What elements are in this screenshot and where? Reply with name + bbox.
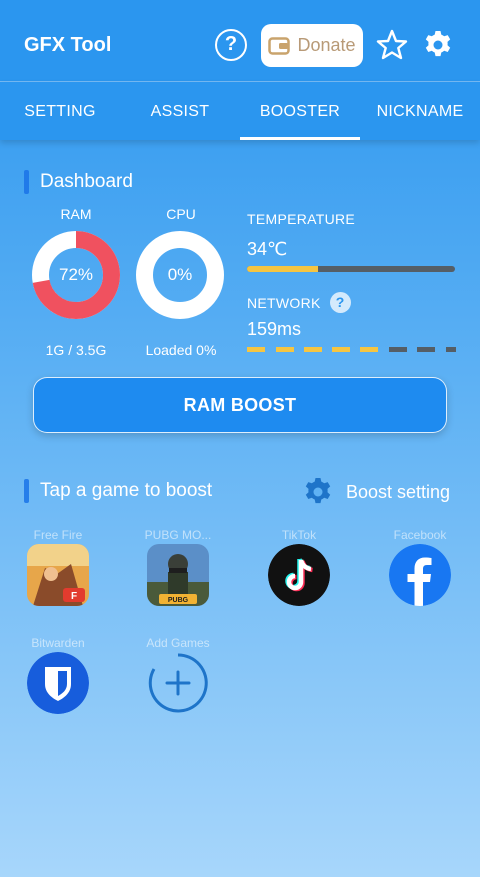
temperature-label: TEMPERATURE	[247, 211, 356, 227]
donate-label: Donate	[297, 35, 356, 55]
help-button[interactable]: ?	[215, 29, 247, 61]
tiktok-icon	[268, 544, 330, 606]
game-label: Bitwarden	[31, 636, 85, 650]
bitwarden-icon	[27, 652, 89, 714]
network-help-icon[interactable]: ?	[329, 292, 351, 313]
game-label: Facebook	[393, 528, 447, 542]
donate-button[interactable]: Donate	[261, 24, 363, 67]
network-dash	[247, 347, 265, 352]
app-title: GFX Tool	[24, 34, 112, 56]
game-tile[interactable]: PUBG MO... PUBG	[128, 528, 228, 606]
game-tile[interactable]: Facebook	[370, 528, 470, 606]
svg-text:F: F	[71, 591, 77, 602]
star-icon[interactable]	[376, 29, 408, 61]
cpu-status-text: Loaded 0%	[145, 342, 217, 358]
app-bar: GFX Tool ? Donate	[0, 0, 480, 82]
network-label: NETWORK	[247, 294, 321, 311]
network-dash	[276, 347, 294, 352]
question-icon: ?	[224, 33, 238, 55]
network-latency: 159ms	[247, 319, 302, 339]
temperature-bar-fill	[247, 266, 318, 272]
network-dash	[417, 347, 435, 352]
game-label: TikTok	[281, 528, 317, 542]
network-dash	[389, 347, 407, 352]
gear-icon[interactable]	[422, 29, 454, 61]
dashboard-header: Dashboard	[24, 170, 133, 194]
tab-nickname[interactable]: NICKNAME	[360, 82, 480, 140]
cpu-percent: 0%	[167, 265, 193, 284]
ram-label: RAM	[60, 206, 92, 222]
ram-boost-button[interactable]: RAM BOOST	[33, 377, 447, 433]
add-games-button[interactable]: Add Games	[128, 636, 228, 714]
network-label-row: NETWORK ?	[247, 292, 351, 313]
boost-setting-label: Boost setting	[346, 481, 451, 502]
ram-usage-text: 1G / 3.5G	[45, 342, 107, 358]
game-tile[interactable]: Free Fire F	[8, 528, 108, 606]
game-tile[interactable]: Bitwarden	[8, 636, 108, 714]
games-header: Tap a game to boost	[24, 479, 212, 503]
gear-icon	[305, 478, 331, 504]
tab-booster[interactable]: BOOSTER	[240, 82, 360, 140]
game-label: Free Fire	[33, 528, 83, 542]
network-dash	[332, 347, 350, 352]
add-icon	[147, 652, 209, 714]
cpu-label: CPU	[166, 206, 196, 222]
facebook-icon	[389, 544, 451, 606]
tab-setting[interactable]: SETTING	[0, 82, 120, 140]
svg-text:PUBG: PUBG	[168, 597, 189, 604]
wallet-icon	[268, 36, 291, 55]
game-label: PUBG MO...	[144, 528, 212, 542]
network-dash	[446, 347, 456, 352]
section-marker	[24, 479, 29, 503]
ram-gauge: 72%	[31, 230, 121, 320]
network-dash	[304, 347, 322, 352]
network-dash	[360, 347, 378, 352]
free-fire-icon: F	[27, 544, 89, 606]
cpu-gauge: 0%	[135, 230, 225, 320]
tab-assist[interactable]: ASSIST	[120, 82, 240, 140]
temperature-value: 34℃	[247, 239, 288, 259]
ram-percent: 72%	[58, 265, 94, 284]
boost-setting-button[interactable]: Boost setting	[302, 476, 450, 508]
section-marker	[24, 170, 29, 194]
pubg-icon: PUBG	[147, 544, 209, 606]
game-label: Add Games	[146, 636, 210, 650]
game-tile[interactable]: TikTok	[249, 528, 349, 606]
games-title: Tap a game to boost	[40, 480, 213, 501]
dashboard-title: Dashboard	[40, 171, 133, 192]
temperature-bar	[247, 266, 455, 272]
tab-bar: SETTING ASSIST BOOSTER NICKNAME	[0, 82, 480, 140]
